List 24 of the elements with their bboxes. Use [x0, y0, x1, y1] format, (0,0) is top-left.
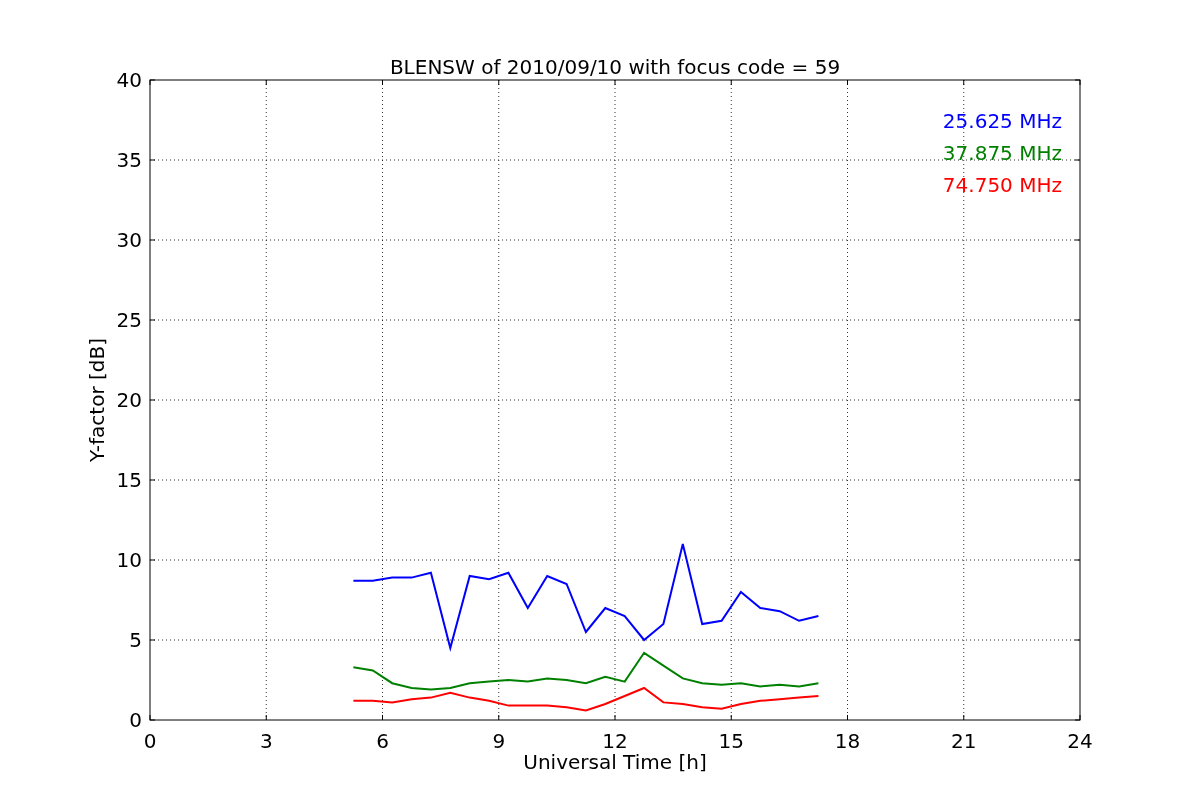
y-tick-label: 20 — [116, 388, 142, 412]
legend-label: 25.625 MHz — [942, 109, 1062, 133]
y-tick-label: 40 — [116, 68, 142, 92]
x-tick-label: 12 — [602, 729, 628, 753]
x-tick-label: 0 — [143, 729, 157, 753]
y-tick-label: 15 — [116, 468, 142, 492]
chart-title: BLENSW of 2010/09/10 with focus code = 59 — [389, 55, 841, 79]
x-tick-label: 3 — [259, 729, 273, 753]
x-tick-label: 21 — [951, 729, 977, 753]
y-tick-label: 25 — [116, 308, 142, 332]
x-tick-label: 6 — [376, 729, 389, 753]
y-tick-label: 30 — [116, 228, 142, 252]
x-axis-label: Universal Time [h] — [523, 750, 707, 774]
y-axis-label: Y-factor [dB] — [85, 338, 109, 462]
y-tick-label: 10 — [116, 548, 142, 572]
x-tick-label: 24 — [1067, 729, 1093, 753]
x-tick-label: 18 — [834, 729, 861, 753]
legend-label: 37.875 MHz — [942, 141, 1062, 165]
y-tick-label: 35 — [116, 148, 142, 172]
x-tick-label: 15 — [718, 729, 744, 753]
x-tick-label: 9 — [492, 729, 506, 753]
y-tick-label: 5 — [129, 628, 142, 652]
legend-label: 74.750 MHz — [942, 173, 1062, 197]
y-tick-label: 0 — [129, 708, 142, 732]
